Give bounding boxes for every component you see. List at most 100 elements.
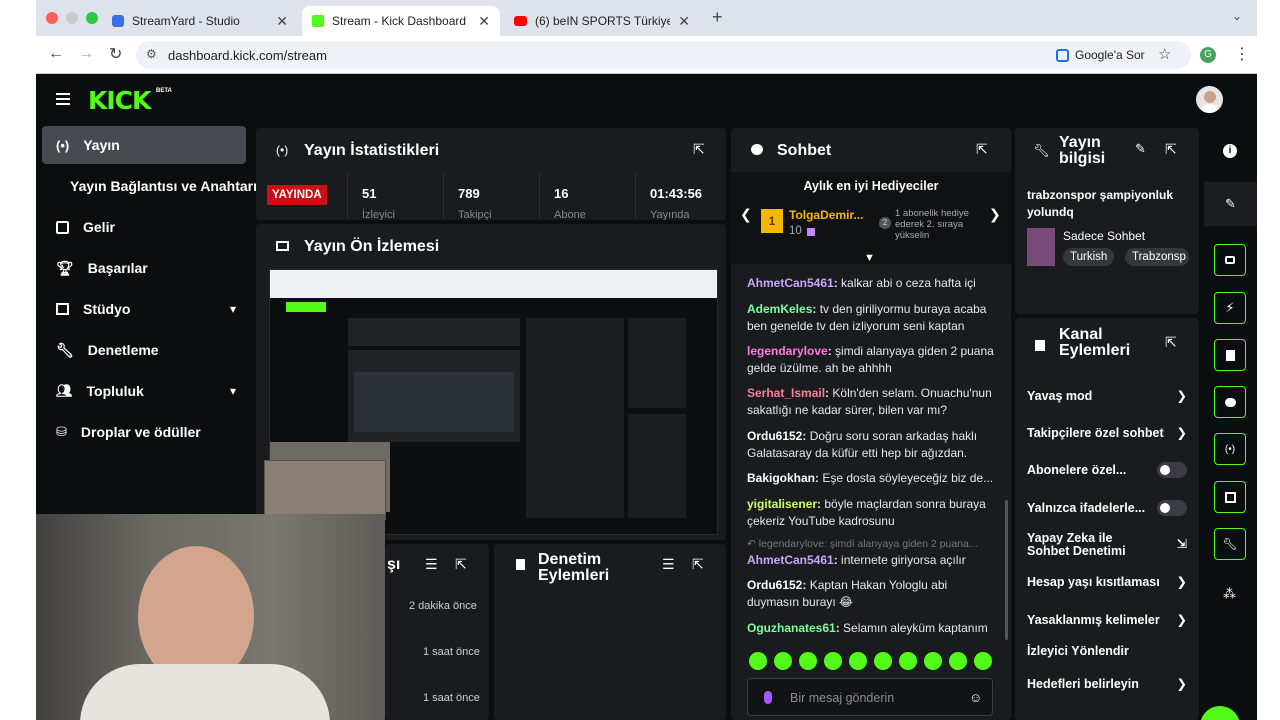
sidebar-item-label: Yayın Bağlantısı ve Anahtarı	[70, 178, 257, 194]
sidebar-item-denetleme[interactable]: 🔧︎ Denetleme	[42, 331, 246, 369]
popout-icon[interactable]: ⇱	[693, 141, 705, 158]
sidebar-item-label: Gelir	[83, 219, 115, 235]
studio-rail-button[interactable]	[1214, 481, 1246, 513]
followers-only-item[interactable]: Takipçilere özel sohbet ❯	[1027, 425, 1187, 441]
emote-icon[interactable]	[774, 652, 792, 670]
camera-rail-button[interactable]	[1214, 244, 1246, 276]
chat-input[interactable]: Bir mesaj gönderin ☺	[747, 678, 993, 716]
preview-browser-bar	[270, 270, 717, 298]
broadcast-icon: (•)	[56, 137, 70, 153]
subs-only-item[interactable]: Abonelere özel...	[1027, 462, 1187, 478]
tag-pill[interactable]: Turkish	[1063, 248, 1115, 266]
profile-avatar[interactable]: G	[1200, 47, 1216, 63]
chat-rail-button[interactable]	[1214, 386, 1246, 418]
tab-search-icon[interactable]: ⌄	[1232, 9, 1242, 23]
chat-message: legendarylove: şimdi alanyaya giden 2 pu…	[747, 344, 994, 375]
close-tab-icon[interactable]: ✕	[478, 13, 490, 30]
live-badge: YAYINDA	[267, 185, 327, 205]
slow-mode-item[interactable]: Yavaş mod ❯	[1027, 388, 1187, 404]
emote-icon[interactable]	[749, 652, 767, 670]
sidebar-item-droplar[interactable]: ⛁ Droplar ve ödüller	[42, 413, 246, 451]
raid-item[interactable]: İzleyici Yönlendir	[1027, 644, 1187, 658]
filter-icon[interactable]: ☰	[425, 556, 438, 573]
popout-icon[interactable]: ⇱	[1165, 141, 1177, 158]
chevron-down-icon[interactable]: ▾	[230, 384, 236, 398]
stream-category[interactable]: Sadece Sohbet	[1063, 229, 1145, 243]
maximize-window-button[interactable]	[86, 12, 98, 24]
reload-button[interactable]: ↻	[109, 44, 122, 64]
forward-button[interactable]: →	[78, 45, 94, 63]
sidebar-item-studyo[interactable]: Stüdyo ▾	[42, 290, 246, 328]
sidebar-item-basarilar[interactable]: 🏆︎ Başarılar	[42, 249, 246, 287]
stat-subscribers: 16 Abone	[539, 172, 635, 220]
stat-viewers: 51 İzleyici	[347, 172, 443, 220]
popout-icon[interactable]: ⇱	[455, 556, 467, 573]
popout-icon[interactable]: ⇱	[692, 556, 704, 573]
emote-icon[interactable]	[924, 652, 942, 670]
sidebar-item-label: Stüdyo	[83, 301, 131, 317]
subs-only-toggle[interactable]	[1157, 462, 1187, 478]
emotes-only-toggle[interactable]	[1157, 500, 1187, 516]
emote-icon[interactable]	[949, 652, 967, 670]
info-icon[interactable]: i	[1223, 144, 1237, 158]
back-button[interactable]: ←	[48, 45, 64, 63]
emoji-icon[interactable]: ☺	[969, 690, 982, 705]
notes-rail-button[interactable]	[1214, 339, 1246, 371]
sidebar-item-topluluk[interactable]: 👥︎ Topluluk ▾	[42, 372, 246, 410]
filter-icon[interactable]: ☰	[662, 556, 675, 573]
hamburger-menu-icon[interactable]	[56, 93, 70, 105]
tag-pill[interactable]: Trabzonsp	[1125, 248, 1189, 266]
minimize-window-button[interactable]	[66, 12, 78, 24]
edit-rail-button[interactable]: ✎	[1204, 182, 1257, 226]
sidebar-item-stream-key[interactable]: Yayın Bağlantısı ve Anahtarı	[42, 167, 257, 205]
next-rank-badge: 2	[879, 217, 891, 229]
scrollbar[interactable]	[1005, 500, 1008, 640]
goals-item[interactable]: Hedefleri belirleyin ❯	[1027, 676, 1187, 692]
new-tab-button[interactable]: +	[712, 7, 723, 28]
banned-words-item[interactable]: Yasaklanmış kelimeler ❯	[1027, 612, 1187, 628]
sidebar-item-yayin[interactable]: (•) Yayın	[42, 126, 246, 164]
browser-menu-icon[interactable]: ⋮	[1234, 44, 1250, 64]
emote-icon[interactable]	[974, 652, 992, 670]
chat-message: AhmetCan5461: kalkar abi o ceza hafta iç…	[747, 276, 976, 290]
youtube-favicon-icon	[514, 16, 527, 26]
address-bar[interactable]: ⚙ dashboard.kick.com/stream Google'a Sor…	[136, 41, 1191, 69]
chevron-left-icon[interactable]: ❮	[740, 206, 752, 223]
sidebar-item-gelir[interactable]: Gelir	[42, 208, 246, 246]
emote-icon[interactable]	[824, 652, 842, 670]
emote-icon[interactable]	[849, 652, 867, 670]
chevron-right-icon[interactable]: ❯	[989, 206, 1001, 223]
close-tab-icon[interactable]: ✕	[276, 13, 288, 30]
community-rail-icon[interactable]: ⁂	[1223, 586, 1236, 602]
emotes-only-item[interactable]: Yalnızca ifadelerle...	[1027, 500, 1187, 516]
browser-tab-streamyard[interactable]: StreamYard - Studio ✕	[102, 6, 298, 36]
user-avatar[interactable]	[1196, 86, 1223, 113]
emote-icon[interactable]	[874, 652, 892, 670]
lightning-rail-button[interactable]: ⚡︎	[1214, 292, 1246, 324]
ai-moderation-item[interactable]: Yapay Zeka ile Sohbet Denetimi ⇲	[1027, 532, 1187, 558]
edit-icon[interactable]: ✎	[1135, 141, 1146, 157]
google-ask-button[interactable]: Google'a Sor	[1048, 43, 1153, 67]
close-window-button[interactable]	[46, 12, 58, 24]
collapse-icon[interactable]: ▼	[864, 252, 875, 264]
bookmark-star-icon[interactable]: ☆	[1158, 45, 1171, 63]
broadcast-rail-button[interactable]: (•)	[1214, 433, 1246, 465]
microphone-icon[interactable]	[764, 691, 772, 704]
browser-tab-youtube[interactable]: (6) beIN SPORTS Türkiye - Yo ✕	[504, 6, 700, 36]
lightning-icon: ⚡︎	[1225, 300, 1235, 315]
popout-icon[interactable]: ⇱	[976, 141, 988, 158]
lens-icon	[1056, 48, 1069, 62]
browser-tab-kick[interactable]: Stream - Kick Dashboard ✕	[302, 6, 500, 36]
wrench-rail-button[interactable]: 🔧︎	[1214, 528, 1246, 560]
activity-time: 1 saat önce	[423, 646, 480, 658]
kick-logo[interactable]: KICK BETA	[88, 86, 172, 115]
chevron-down-icon[interactable]: ▾	[230, 302, 236, 316]
popout-icon[interactable]: ⇱	[1165, 334, 1177, 351]
activity-time: 1 saat önce	[423, 692, 480, 704]
site-info-icon[interactable]: ⚙	[146, 47, 157, 61]
panel-title: Kanal Eylemleri	[1059, 326, 1131, 359]
account-age-item[interactable]: Hesap yaşı kısıtlaması ❯	[1027, 574, 1187, 590]
emote-icon[interactable]	[899, 652, 917, 670]
close-tab-icon[interactable]: ✕	[678, 13, 690, 30]
emote-icon[interactable]	[799, 652, 817, 670]
